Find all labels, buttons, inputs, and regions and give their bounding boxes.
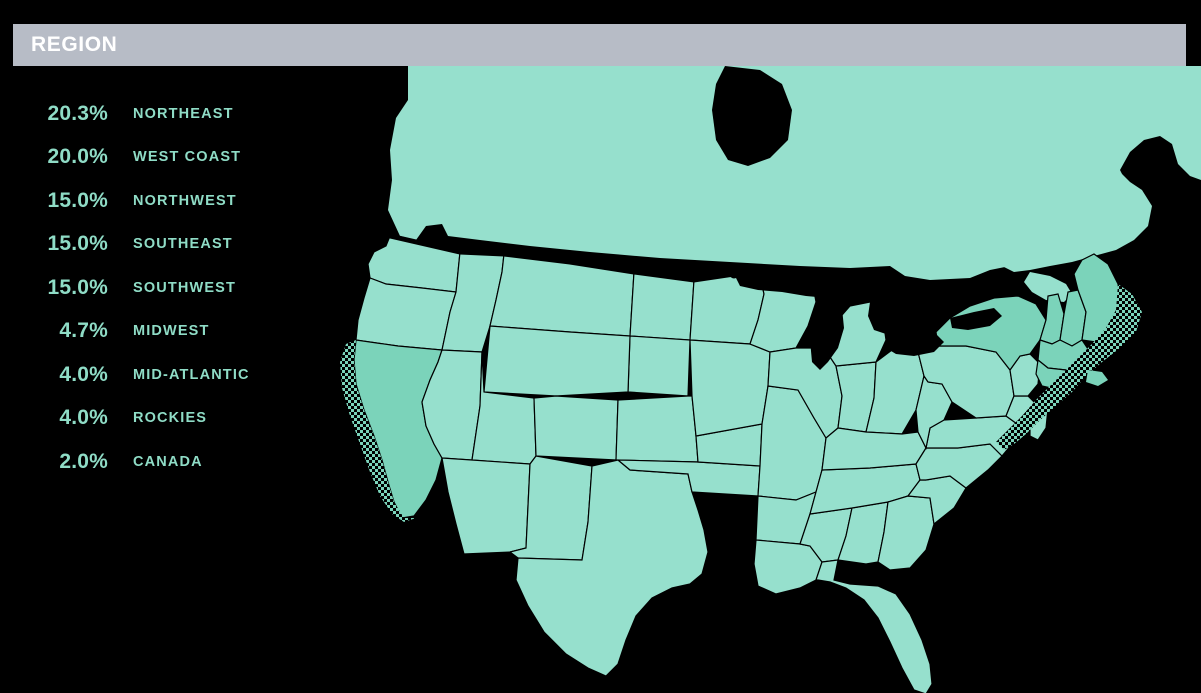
map-area-south-dakota[interactable] — [627, 335, 691, 397]
map-area-kentucky[interactable] — [821, 427, 927, 471]
legend-percent: 15.0% — [47, 188, 108, 212]
list-item[interactable]: 4.0% ROCKIES — [0, 397, 330, 441]
legend-percent: 2.0% — [59, 449, 108, 473]
region-legend-list: 20.3% NORTHEAST 20.0% WEST COAST 15.0% N… — [0, 92, 330, 484]
legend-percent: 4.0% — [59, 362, 108, 386]
map-area-iowa[interactable] — [689, 339, 771, 437]
legend-label: SOUTHWEST — [133, 279, 236, 296]
map-area-north-dakota[interactable] — [629, 271, 695, 341]
list-item[interactable]: 15.0% SOUTHEAST — [0, 223, 330, 267]
map-svg — [340, 66, 1201, 693]
legend-label: NORTHEAST — [133, 105, 234, 122]
map-area-arizona[interactable] — [441, 457, 531, 555]
legend-percent: 4.0% — [59, 406, 108, 430]
legend-percent: 4.7% — [59, 319, 108, 343]
map-area-florida[interactable] — [815, 559, 933, 693]
list-item[interactable]: 4.7% MIDWEST — [0, 310, 330, 354]
list-item[interactable]: 2.0% CANADA — [0, 440, 330, 484]
map-area-wyoming[interactable] — [483, 325, 631, 397]
legend-percent: 20.0% — [47, 145, 108, 169]
legend-label: CANADA — [133, 453, 203, 470]
page-title: REGION — [31, 33, 118, 56]
list-item[interactable]: 20.3% NORTHEAST — [0, 92, 330, 136]
legend-label: NORTHWEST — [133, 192, 237, 209]
north-america-map[interactable] — [330, 40, 1201, 693]
map-area-colorado[interactable] — [533, 395, 619, 461]
map-border-marker — [729, 269, 739, 279]
legend-label: SOUTHEAST — [133, 236, 233, 253]
legend-label: ROCKIES — [133, 410, 208, 427]
list-item[interactable]: 15.0% NORTHWEST — [0, 179, 330, 223]
legend-label: MID-ATLANTIC — [133, 366, 250, 383]
legend-percent: 20.3% — [47, 101, 108, 125]
legend-percent: 15.0% — [47, 232, 108, 256]
legend-label: MIDWEST — [133, 323, 210, 340]
list-item[interactable]: 4.0% MID-ATLANTIC — [0, 353, 330, 397]
dashboard-root: REGION 20.3% NORTHEAST 20.0% WEST COAST … — [0, 0, 1201, 693]
map-area-cape-cod — [1086, 370, 1108, 386]
list-item[interactable]: 20.0% WEST COAST — [0, 136, 330, 180]
list-item[interactable]: 15.0% SOUTHWEST — [0, 266, 330, 310]
map-area-nebraska[interactable] — [615, 395, 699, 463]
legend-percent: 15.0% — [47, 275, 108, 299]
legend-label: WEST COAST — [133, 149, 242, 166]
